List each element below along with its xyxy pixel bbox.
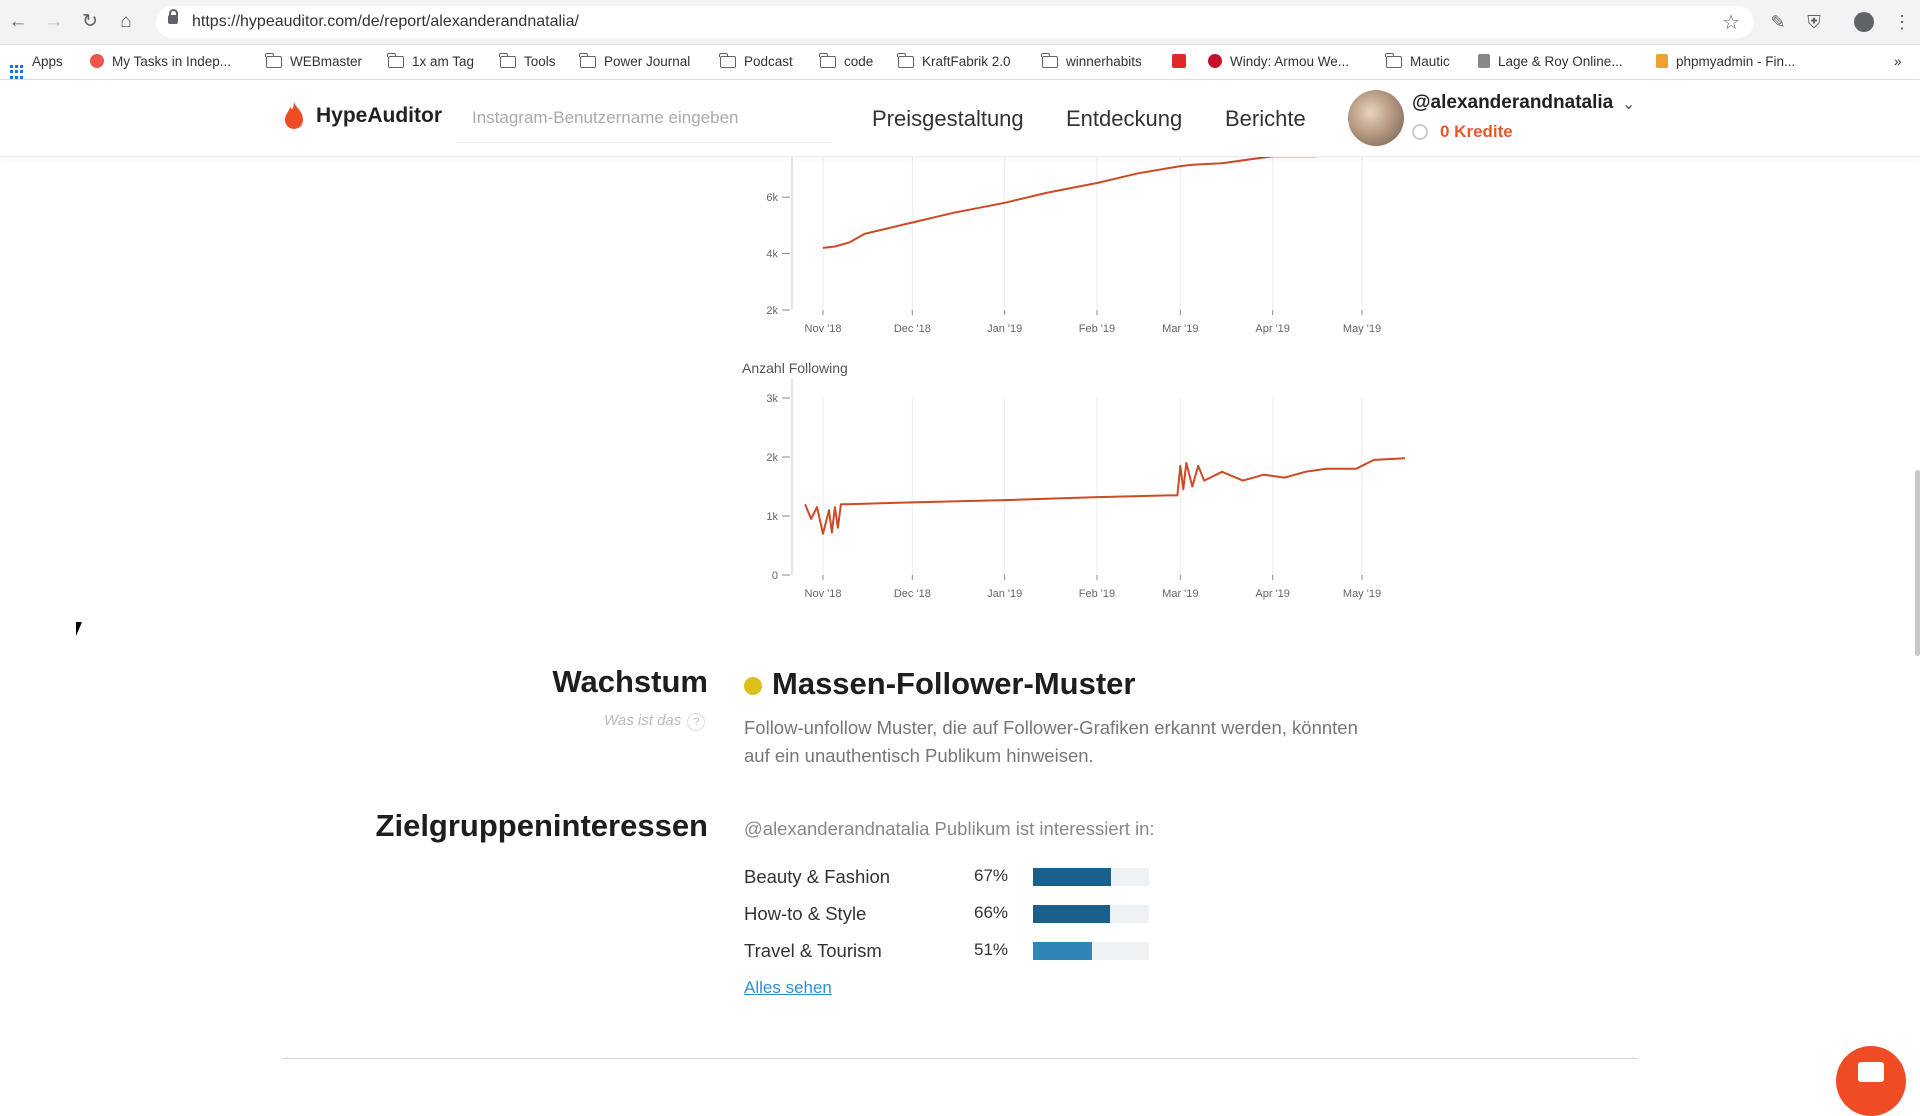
mouse-cursor-icon [76, 622, 82, 636]
x-tick-label: Mar '19 [1162, 588, 1198, 600]
help-icon: ? [687, 713, 706, 731]
nav-discovery[interactable]: Entdeckung [1066, 106, 1182, 132]
x-tick-label: Apr '19 [1255, 588, 1290, 600]
interests-intro: @alexanderandnatalia Publikum ist intere… [744, 818, 1155, 839]
interest-bar-fill [1033, 905, 1110, 923]
x-tick-label: Dec '18 [894, 588, 931, 600]
x-tick-label: Feb '19 [1079, 588, 1115, 600]
interest-row: Travel & Tourism 51% [744, 938, 1164, 966]
nav-reports[interactable]: Berichte [1225, 106, 1306, 132]
interest-bar [1033, 942, 1149, 960]
page-scrollbar[interactable] [1915, 470, 1920, 656]
y-tick-label: 2k [766, 452, 778, 464]
x-tick-label: Dec '18 [894, 323, 931, 335]
chat-icon [1858, 1062, 1884, 1082]
y-tick-label: 3k [766, 393, 778, 405]
search-input[interactable] [456, 94, 834, 142]
interest-name: Beauty & Fashion [744, 866, 891, 887]
nav-pricing[interactable]: Preisgestaltung [872, 106, 1024, 132]
interest-bar [1033, 868, 1149, 886]
interest-percent: 67% [974, 866, 1009, 885]
pattern-description: Follow-unfollow Muster, die auf Follower… [744, 717, 1358, 766]
x-tick-label: Nov '18 [805, 588, 842, 600]
y-tick-label: 1k [766, 511, 778, 523]
interest-row: Beauty & Fashion 67% [744, 864, 1164, 892]
interest-row: How-to & Style 66% [744, 901, 1164, 929]
x-tick-label: Jan '19 [987, 323, 1022, 335]
user-avatar[interactable] [1348, 90, 1404, 146]
interest-bar-fill [1033, 868, 1111, 886]
x-tick-label: Nov '18 [805, 323, 842, 335]
site-header: HypeAuditor Preisgestaltung Entdeckung B… [0, 80, 1920, 157]
section-divider [282, 1058, 1638, 1059]
y-tick-label: 6k [766, 192, 778, 204]
account-username[interactable]: @alexanderandnatalia [1412, 92, 1613, 114]
pattern-title: Massen-Follower-Muster [772, 666, 1136, 701]
growth-section-title: Wachstum [552, 664, 708, 699]
search-box [456, 94, 834, 142]
interest-bar-fill [1033, 942, 1093, 960]
brand-logo[interactable]: HypeAuditor [282, 98, 442, 134]
following-chart-title: Anzahl Following [742, 360, 848, 376]
x-tick-label: May '19 [1343, 323, 1381, 335]
see-all-link[interactable]: Alles sehen [744, 978, 832, 998]
series-line [804, 457, 1406, 535]
x-tick-label: Feb '19 [1079, 323, 1115, 335]
brand-name: HypeAuditor [316, 104, 442, 127]
chevron-down-icon[interactable]: ⌄ [1622, 94, 1635, 114]
credits-balance[interactable]: 0 Kredite [1440, 122, 1513, 142]
x-tick-label: Jan '19 [987, 588, 1022, 600]
interest-bar [1033, 905, 1149, 923]
followers-chart: Nov '18 Dec '18 Jan '19 Feb '19 Mar '19 Apr '… [766, 132, 1381, 335]
series-line [822, 152, 1363, 249]
flame-icon [285, 102, 303, 129]
x-tick-label: Apr '19 [1255, 323, 1290, 335]
interest-name: How-to & Style [744, 903, 867, 924]
status-indicator [744, 677, 762, 695]
y-tick-label: 0 [772, 570, 778, 582]
interest-name: Travel & Tourism [744, 940, 882, 961]
y-tick-label: 4k [766, 249, 778, 261]
x-tick-label: Mar '19 [1162, 323, 1198, 335]
x-tick-label: May '19 [1343, 588, 1381, 600]
y-tick-label: 2k [766, 305, 778, 317]
interest-percent: 66% [974, 903, 1009, 922]
interest-percent: 51% [974, 940, 1009, 959]
credits-icon [1412, 124, 1428, 140]
whats-this-link[interactable]: Was ist das? [604, 712, 706, 731]
following-chart: Nov '18 Dec '18 Jan '19 Feb '19 Mar '19 Apr '… [766, 378, 1406, 600]
chat-widget-button[interactable] [1836, 1046, 1906, 1116]
interests-section-title: Zielgruppeninteressen [375, 808, 708, 843]
